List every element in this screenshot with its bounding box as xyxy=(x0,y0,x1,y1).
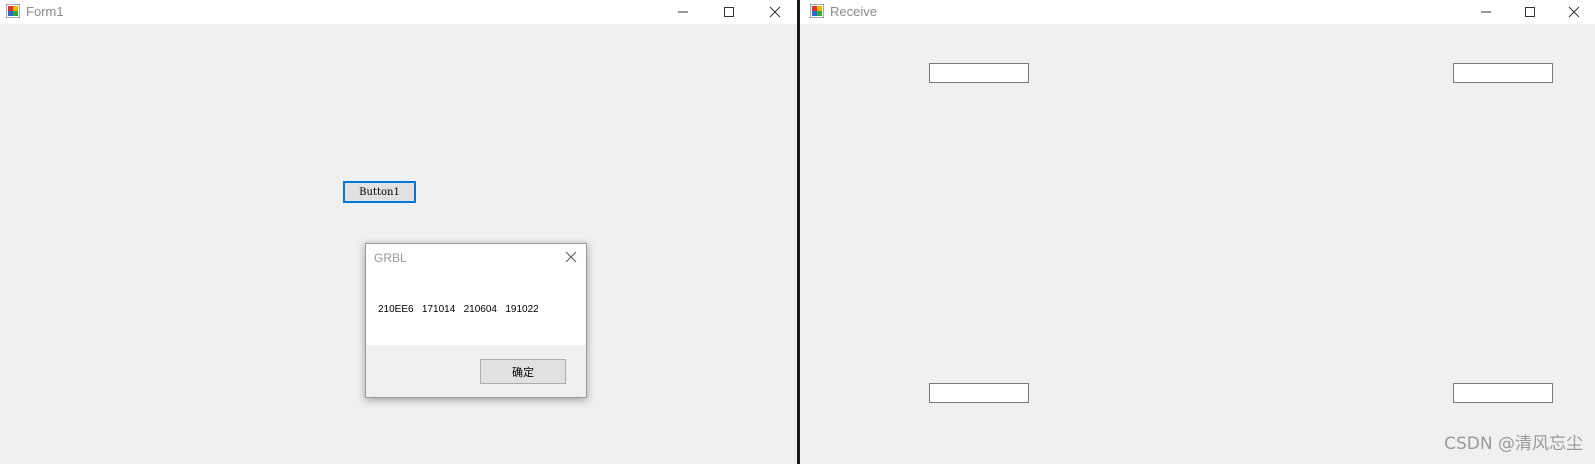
form1-titlebar[interactable]: Form1 xyxy=(0,0,797,24)
maximize-button[interactable] xyxy=(707,0,751,24)
button1[interactable]: Button1 xyxy=(343,181,416,203)
form1-title: Form1 xyxy=(26,4,64,19)
textbox-top-right[interactable] xyxy=(1453,63,1553,83)
ok-button[interactable]: 确定 xyxy=(480,359,566,384)
receive-titlebar[interactable]: Receive xyxy=(800,0,1595,24)
watermark: CSDN @清风忘尘 xyxy=(1444,434,1583,454)
minimize-icon xyxy=(1481,11,1491,13)
close-button[interactable] xyxy=(1552,0,1595,24)
form1-window: Form1 Button1 GRBL 210EE6 171014 210604 … xyxy=(0,0,797,464)
receive-client-area xyxy=(800,26,1595,464)
textbox-bottom-right[interactable] xyxy=(1453,383,1553,403)
app-icon xyxy=(810,4,824,18)
close-button[interactable] xyxy=(753,0,797,24)
close-icon xyxy=(1568,6,1580,18)
minimize-button[interactable] xyxy=(1464,0,1508,24)
message-box-text: 210EE6 171014 210604 191022 xyxy=(378,304,539,315)
receive-title: Receive xyxy=(830,4,877,19)
minimize-icon xyxy=(678,11,688,13)
app-icon xyxy=(6,4,20,18)
textbox-top-left[interactable] xyxy=(929,63,1029,83)
maximize-icon xyxy=(1525,7,1535,17)
message-box-close-icon[interactable] xyxy=(564,250,578,264)
receive-window: Receive xyxy=(800,0,1595,464)
minimize-button[interactable] xyxy=(661,0,705,24)
message-box-title: GRBL xyxy=(374,251,407,265)
textbox-bottom-left[interactable] xyxy=(929,383,1029,403)
message-box-footer: 确定 xyxy=(366,345,586,397)
maximize-icon xyxy=(724,7,734,17)
message-box: GRBL 210EE6 171014 210604 191022 确定 xyxy=(365,243,587,398)
maximize-button[interactable] xyxy=(1508,0,1552,24)
close-icon xyxy=(769,6,781,18)
